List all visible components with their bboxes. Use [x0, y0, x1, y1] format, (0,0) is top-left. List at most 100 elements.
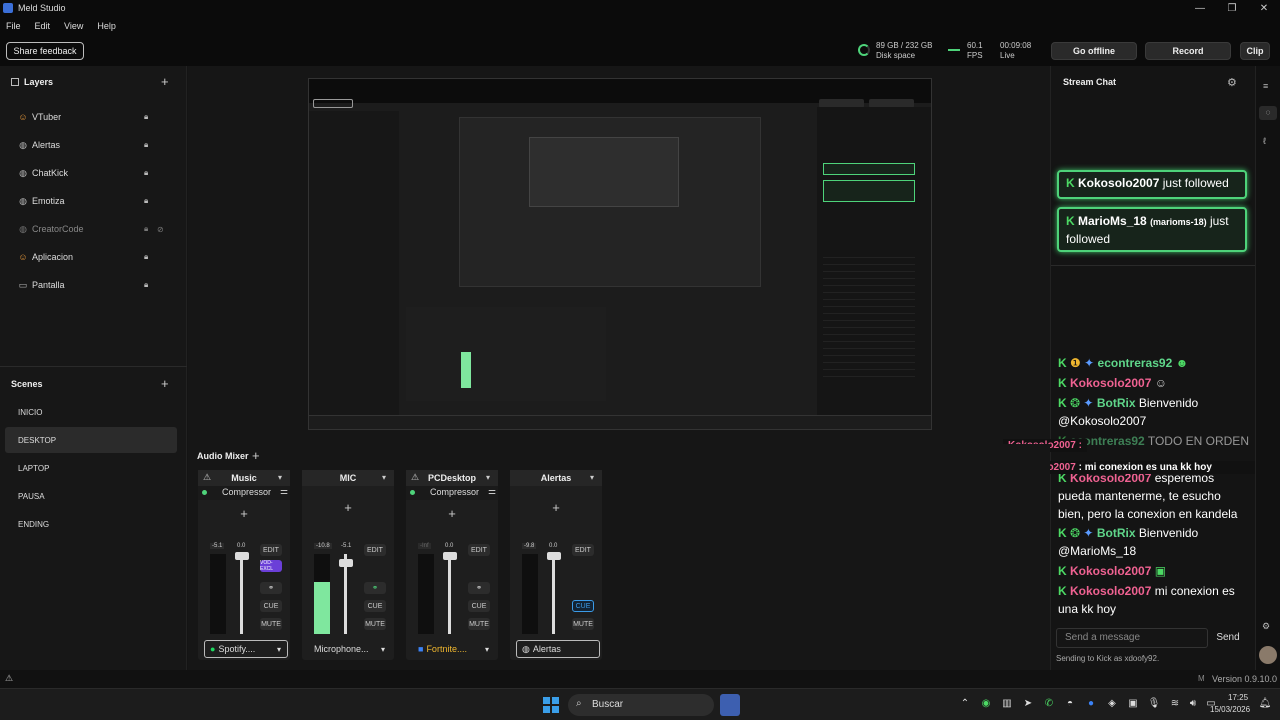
source-select[interactable]: ■ Fortnite.... ▾: [412, 640, 496, 658]
hidden-eye-icon[interactable]: ⊘: [157, 225, 164, 234]
close-button[interactable]: ✕: [1248, 0, 1280, 16]
fader-knob[interactable]: [235, 552, 249, 560]
add-effect-button[interactable]: +: [406, 506, 498, 526]
scene-item-inicio[interactable]: INICIO: [5, 399, 177, 425]
layer-item-pantalla[interactable]: ▭ Pantalla 🔒︎: [0, 271, 187, 299]
chat-username[interactable]: BotRix: [1097, 526, 1136, 540]
clock-time[interactable]: 17:25: [1228, 693, 1248, 702]
menu-icon[interactable]: ≡: [1263, 81, 1268, 91]
tray-app-icon[interactable]: ◉: [979, 697, 993, 711]
add-effect-button[interactable]: +: [198, 506, 290, 526]
menu-file[interactable]: File: [6, 21, 21, 31]
chat-username[interactable]: BotRix: [1097, 396, 1136, 410]
notification-bell-icon[interactable]: 🔔︎: [1258, 697, 1272, 711]
activity-icon[interactable]: ℓ: [1263, 136, 1266, 146]
lock-icon[interactable]: 🔒︎: [144, 169, 152, 177]
add-effect-button[interactable]: +: [510, 500, 602, 520]
chat-username[interactable]: econtreras92: [1098, 356, 1173, 370]
scene-item-desktop[interactable]: DESKTOP: [5, 427, 177, 453]
chat-username[interactable]: Kokosolo2007: [1070, 376, 1151, 390]
microphone-icon[interactable]: 🎙︎: [1147, 697, 1161, 711]
chat-settings-gear-icon[interactable]: ⚙: [1227, 76, 1237, 89]
tray-app-icon[interactable]: ●: [1084, 697, 1098, 711]
start-icon[interactable]: [543, 697, 559, 713]
edit-button[interactable]: EDIT: [260, 544, 282, 556]
cue-button[interactable]: CUE: [260, 600, 282, 612]
chevron-down-icon[interactable]: ▾: [590, 473, 594, 482]
chat-message-input[interactable]: Send a message: [1056, 628, 1208, 648]
fader-knob[interactable]: [443, 552, 457, 560]
fader-track[interactable]: [552, 554, 555, 634]
layer-item-emotiza[interactable]: ◍ Emotiza 🔒︎: [0, 187, 187, 215]
lock-icon[interactable]: 🔒︎: [144, 253, 152, 261]
chat-icon[interactable]: ◌: [1259, 106, 1277, 120]
sliders-icon[interactable]: ⚌: [488, 486, 496, 497]
cue-button[interactable]: CUE: [364, 600, 386, 612]
chevron-down-icon[interactable]: ▾: [278, 473, 282, 482]
minimize-button[interactable]: —: [1184, 0, 1216, 16]
link-icon[interactable]: ⚭: [468, 582, 490, 594]
fader-knob[interactable]: [547, 552, 561, 560]
tray-app-icon[interactable]: ◈: [1105, 697, 1119, 711]
chat-username[interactable]: Kokosolo2007: [1070, 584, 1151, 598]
mute-button[interactable]: MUTE: [468, 618, 490, 630]
menu-view[interactable]: View: [64, 21, 83, 31]
layer-item-chatkick[interactable]: ◍ ChatKick 🔒︎: [0, 159, 187, 187]
fader-track[interactable]: [448, 554, 451, 634]
vod-exclude-badge[interactable]: VOD-EXCL: [260, 560, 282, 572]
maximize-button[interactable]: ❐: [1216, 0, 1248, 16]
taskbar-search[interactable]: ⌕ Buscar: [568, 694, 714, 716]
cue-button[interactable]: CUE: [572, 600, 594, 612]
menu-edit[interactable]: Edit: [35, 21, 51, 31]
wifi-icon[interactable]: ≋: [1168, 697, 1182, 711]
source-select[interactable]: ● Spotify.... ▾: [204, 640, 288, 658]
chevron-down-icon[interactable]: ▾: [382, 473, 386, 482]
layer-item-vtuber[interactable]: ☺ VTuber 🔒︎: [0, 103, 187, 131]
scene-item-pausa[interactable]: PAUSA: [5, 483, 177, 509]
edit-button[interactable]: EDIT: [572, 544, 594, 556]
mute-button[interactable]: MUTE: [572, 618, 594, 630]
layer-item-alertas[interactable]: ◍ Alertas 🔒︎: [0, 131, 187, 159]
clip-button[interactable]: Clip: [1240, 42, 1270, 60]
meld-taskbar-icon[interactable]: [720, 694, 740, 716]
scene-item-laptop[interactable]: LAPTOP: [5, 455, 177, 481]
chevron-up-icon[interactable]: ⌃: [958, 697, 972, 711]
volume-icon[interactable]: 🔊︎: [1186, 697, 1200, 711]
add-effect-button[interactable]: +: [302, 500, 394, 520]
layer-item-creatorcode[interactable]: ◍ CreatorCode 🔒︎ ⊘: [0, 215, 187, 243]
tray-app-icon[interactable]: ▣: [1126, 697, 1140, 711]
fader-knob[interactable]: [339, 559, 353, 567]
chat-send-button[interactable]: Send: [1208, 628, 1248, 648]
sliders-icon[interactable]: ⚌: [280, 486, 288, 497]
lock-icon[interactable]: 🔒︎: [144, 113, 152, 121]
telegram-icon[interactable]: ➤: [1021, 697, 1035, 711]
fader-track[interactable]: [240, 554, 243, 634]
lock-icon[interactable]: 🔒︎: [144, 281, 152, 289]
link-icon[interactable]: ⚭: [260, 582, 282, 594]
stream-preview[interactable]: [308, 78, 932, 430]
add-layer-button[interactable]: +: [161, 74, 169, 89]
lock-icon[interactable]: 🔒︎: [144, 197, 152, 205]
layer-item-aplicacion[interactable]: ☺ Aplicacion 🔒︎: [0, 243, 187, 271]
go-offline-button[interactable]: Go offline: [1051, 42, 1137, 60]
menu-help[interactable]: Help: [97, 21, 116, 31]
edit-button[interactable]: EDIT: [468, 544, 490, 556]
source-select[interactable]: Microphone... ▾: [308, 640, 392, 658]
add-scene-button[interactable]: +: [161, 376, 169, 391]
settings-icon[interactable]: ⚙: [1262, 621, 1270, 632]
source-select[interactable]: ◍ Alertas: [516, 640, 600, 658]
chat-username[interactable]: Kokosolo2007: [1070, 564, 1151, 578]
mute-button[interactable]: MUTE: [260, 618, 282, 630]
lock-icon[interactable]: 🔒︎: [144, 141, 152, 149]
edit-button[interactable]: EDIT: [364, 544, 386, 556]
tray-app-icon[interactable]: ▥: [1000, 697, 1014, 711]
effect-row[interactable]: Compressor ⚌: [406, 486, 498, 500]
record-button[interactable]: Record: [1145, 42, 1231, 60]
scene-item-ending[interactable]: ENDING: [5, 511, 177, 537]
clock-date[interactable]: 15/03/2026: [1210, 705, 1250, 714]
warning-icon[interactable]: ⚠: [5, 673, 13, 684]
lock-icon[interactable]: 🔒︎: [144, 225, 152, 233]
chevron-down-icon[interactable]: ▾: [486, 473, 490, 482]
effect-row[interactable]: Compressor ⚌: [198, 486, 290, 500]
share-feedback-button[interactable]: Share feedback: [6, 42, 84, 60]
